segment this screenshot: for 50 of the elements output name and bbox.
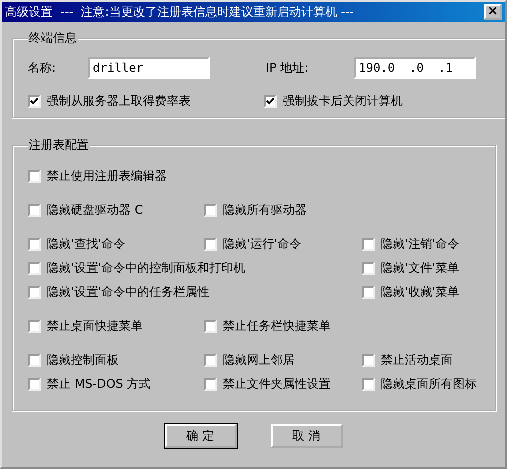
group-title: 注册表配置 [28,137,90,154]
checkbox[interactable]: 禁止文件夹属性设置 [204,374,362,394]
checkbox-label: 隐藏控制面板 [47,352,119,368]
checkbox[interactable]: 禁止任务栏快捷菜单 [204,316,362,336]
checkbox[interactable]: 禁止 MS-DOS 方式 [28,374,204,394]
checkbox[interactable]: 隐藏网上邻居 [204,350,362,370]
checkbox[interactable]: 禁止桌面快捷菜单 [28,316,204,336]
checkbox-label: 禁止桌面快捷菜单 [47,318,143,334]
field-label: IP 地址: [266,60,310,76]
checkbox[interactable]: 隐藏'设置'命令中的控制面板和打印机 [28,258,362,278]
checkbox-label: 禁止文件夹属性设置 [223,376,331,392]
checkbox[interactable]: 隐藏'文件'菜单 [362,258,485,278]
checkbox[interactable]: 强制从服务器上取得费率表 [28,91,264,111]
input-field[interactable]: driller [88,57,210,79]
checkbox-label: 禁止 MS-DOS 方式 [47,376,152,392]
checkbox-label: 禁止活动桌面 [381,352,453,368]
checkbox-label: 隐藏'设置'命令中的控制面板和打印机 [47,260,246,276]
close-button[interactable]: × [484,4,502,20]
checkbox-label: 隐藏桌面所有图标 [381,376,477,392]
checkbox[interactable]: 禁止使用注册表编辑器 [28,166,362,186]
checkbox[interactable]: 隐藏'设置'命令中的任务栏属性 [28,282,362,302]
checkbox-label: 禁止使用注册表编辑器 [47,168,167,184]
checkbox-label: 隐藏'查找'命令 [47,236,126,252]
checkbox[interactable]: 隐藏'收藏'菜单 [362,282,485,302]
checkbox-label: 隐藏'文件'菜单 [381,260,460,276]
checkbox-label: 隐藏网上邻居 [223,352,295,368]
group-title: 终端信息 [28,30,78,47]
input-field[interactable]: 190.0 .0 .1 [354,57,476,79]
checkbox-label: 禁止任务栏快捷菜单 [223,318,331,334]
dialog-button[interactable]: 取 消 [270,424,342,448]
checkbox-label: 强制拔卡后关闭计算机 [283,92,403,110]
window-title: 高级设置 --- 注意:当更改了注册表信息时建议重新启动计算机 --- [5,4,354,20]
checkbox[interactable]: 隐藏'注销'命令 [362,234,485,254]
checkbox-label: 隐藏所有驱动器 [223,202,307,218]
checkbox[interactable]: 隐藏'运行'命令 [204,234,362,254]
dialog-button[interactable]: 确 定 [164,424,236,448]
checkbox[interactable]: 隐藏硬盘驱动器 C [28,200,204,220]
checkbox[interactable]: 隐藏'查找'命令 [28,234,204,254]
checkbox[interactable]: 隐藏所有驱动器 [204,200,362,220]
field-label: 名称: [28,60,58,76]
checkbox[interactable]: 隐藏桌面所有图标 [362,374,485,394]
checkbox-label: 隐藏'注销'命令 [381,236,460,252]
checkbox-label: 隐藏'收藏'菜单 [381,284,460,300]
checkbox-label: 隐藏硬盘驱动器 C [47,202,144,218]
checkbox-label: 隐藏'运行'命令 [223,236,302,252]
checkbox-label: 强制从服务器上取得费率表 [47,92,191,110]
checkbox-label: 隐藏'设置'命令中的任务栏属性 [47,284,210,300]
checkbox[interactable]: 隐藏控制面板 [28,350,204,370]
checkbox[interactable]: 强制拔卡后关闭计算机 [264,91,500,111]
checkbox[interactable]: 禁止活动桌面 [362,350,485,370]
